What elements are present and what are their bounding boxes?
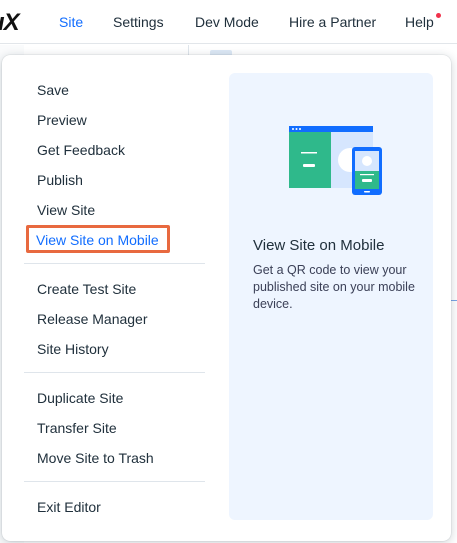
menu-divider [24, 372, 205, 373]
desktop-and-mobile-icon [289, 126, 382, 195]
wix-logo[interactable]: ıX [0, 9, 20, 37]
menu-item-save[interactable]: Save [37, 82, 69, 98]
menu-item-create-test-site[interactable]: Create Test Site [37, 281, 136, 297]
menu-item-view-site[interactable]: View Site [37, 202, 95, 218]
top-bar: ıX Site Settings Dev Mode Hire a Partner… [0, 0, 457, 44]
menu-item-preview[interactable]: Preview [37, 112, 87, 128]
nav-site[interactable]: Site [59, 14, 83, 30]
menu-item-publish[interactable]: Publish [37, 172, 83, 188]
menu-item-exit-editor[interactable]: Exit Editor [37, 499, 101, 515]
info-title: View Site on Mobile [253, 237, 385, 254]
menu-item-release-manager[interactable]: Release Manager [37, 311, 148, 327]
menu-divider [24, 481, 205, 482]
menu-item-transfer-site[interactable]: Transfer Site [37, 420, 117, 436]
info-description: Get a QR code to view your published sit… [253, 263, 415, 311]
menu-item-duplicate-site[interactable]: Duplicate Site [37, 390, 123, 406]
nav-dev-mode[interactable]: Dev Mode [195, 14, 259, 30]
nav-hire-a-partner[interactable]: Hire a Partner [289, 14, 376, 30]
menu-item-move-site-to-trash[interactable]: Move Site to Trash [37, 450, 154, 466]
menu-item-view-site-on-mobile[interactable]: View Site on Mobile [36, 232, 159, 248]
menu-divider [24, 263, 205, 264]
menu-item-get-feedback[interactable]: Get Feedback [37, 142, 125, 158]
menu-item-site-history[interactable]: Site History [37, 341, 109, 357]
nav-settings[interactable]: Settings [113, 14, 164, 30]
notification-dot [436, 13, 441, 18]
nav-help[interactable]: Help [405, 14, 434, 30]
